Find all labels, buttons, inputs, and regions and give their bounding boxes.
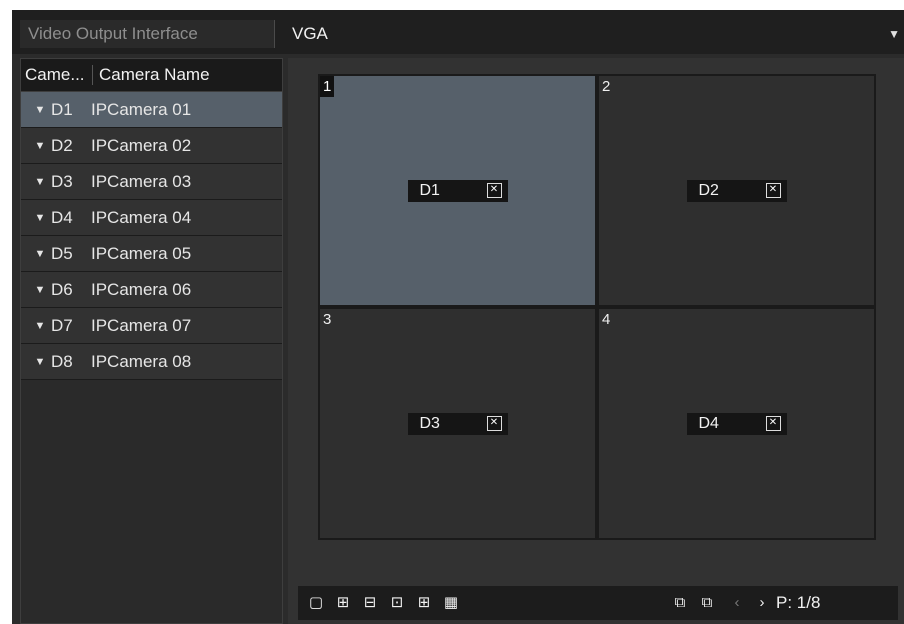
camera-id: D2 [51,135,73,155]
view-layout-panel: 1 D1 ✕ 2 D2 ✕ 3 D3 ✕ 4 D4 ✕ ▢ ⊞ ⊟ ⊡ ⊞ ▦ … [288,58,904,624]
cell-number: 4 [602,311,611,328]
remove-camera-icon[interactable]: ✕ [765,183,781,198]
next-page-icon[interactable]: › [752,593,772,613]
camera-icon: ▼ [34,103,46,116]
cell-number: 3 [323,311,332,328]
camera-icon: ▼ [34,283,46,296]
camera-chip: D3 ✕ [407,412,508,435]
camera-icon: ▼ [34,139,46,152]
view-grid: 1 D1 ✕ 2 D2 ✕ 3 D3 ✕ 4 D4 ✕ [318,74,876,540]
camera-name: IPCamera 06 [91,279,192,299]
remove-camera-icon[interactable]: ✕ [765,416,781,431]
camera-name: IPCamera 01 [91,99,192,119]
stop-sequence-icon[interactable]: ⧉ [697,593,717,613]
video-output-label: Video Output Interface [20,20,275,48]
camera-id: D4 [51,207,73,227]
layout-16-icon[interactable]: ▦ [441,593,461,613]
camera-row[interactable]: ▼ D6 IPCamera 06 [21,272,282,308]
view-cell[interactable]: 1 D1 ✕ [320,76,595,305]
layout-toolbar: ▢ ⊞ ⊟ ⊡ ⊞ ▦ ⧉ ⧉ ‹ › P: 1/8 [298,586,898,620]
camera-name: IPCamera 03 [91,171,192,191]
view-cell[interactable]: 4 D4 ✕ [599,309,874,538]
layout-9-icon[interactable]: ⊞ [414,593,434,613]
chip-label: D4 [698,414,719,432]
view-cell[interactable]: 3 D3 ✕ [320,309,595,538]
camera-list-header: Came... Camera Name [21,59,282,92]
camera-icon: ▼ [34,319,46,332]
camera-row[interactable]: ▼ D1 IPCamera 01 [21,92,282,128]
camera-list: Came... Camera Name ▼ D1 IPCamera 01 ▼ D… [20,58,283,624]
camera-icon: ▼ [34,211,46,224]
camera-row[interactable]: ▼ D3 IPCamera 03 [21,164,282,200]
chip-label: D1 [419,181,440,199]
layout-6-icon[interactable]: ⊟ [360,593,380,613]
camera-icon: ▼ [34,355,46,368]
page-indicator: P: 1/8 [776,593,821,612]
camera-name: IPCamera 07 [91,315,192,335]
live-view-settings: Video Output Interface VGA ▼ Came... Cam… [12,10,904,624]
camera-row[interactable]: ▼ D8 IPCamera 08 [21,344,282,380]
camera-chip: D1 ✕ [407,179,508,202]
camera-name: IPCamera 04 [91,207,192,227]
camera-row[interactable]: ▼ D7 IPCamera 07 [21,308,282,344]
camera-name: IPCamera 05 [91,243,192,263]
camera-chip: D4 ✕ [686,412,787,435]
remove-camera-icon[interactable]: ✕ [486,416,502,431]
video-output-value: VGA [292,24,328,43]
chevron-down-icon: ▼ [888,27,900,41]
chip-label: D2 [698,181,719,199]
column-header-camera-name[interactable]: Camera Name [93,65,210,85]
cell-number: 2 [602,78,611,95]
camera-id: D5 [51,243,73,263]
camera-icon: ▼ [34,175,46,188]
view-cell[interactable]: 2 D2 ✕ [599,76,874,305]
layout-4-icon[interactable]: ⊞ [333,593,353,613]
camera-row[interactable]: ▼ D5 IPCamera 05 [21,236,282,272]
camera-id: D6 [51,279,73,299]
camera-id: D1 [51,99,73,119]
video-output-bar: Video Output Interface VGA ▼ [12,10,904,54]
camera-id: D8 [51,351,73,371]
layout-1-icon[interactable]: ▢ [306,593,326,613]
camera-row[interactable]: ▼ D2 IPCamera 02 [21,128,282,164]
cell-number: 1 [320,76,335,97]
start-sequence-icon[interactable]: ⧉ [670,593,690,613]
layout-8-icon[interactable]: ⊡ [387,593,407,613]
camera-icon: ▼ [34,247,46,260]
camera-row[interactable]: ▼ D4 IPCamera 04 [21,200,282,236]
camera-id: D3 [51,171,73,191]
camera-chip: D2 ✕ [686,179,787,202]
camera-name: IPCamera 08 [91,351,192,371]
prev-page-icon[interactable]: ‹ [727,593,747,613]
camera-name: IPCamera 02 [91,135,192,155]
video-output-select[interactable]: VGA ▼ [284,18,904,50]
remove-camera-icon[interactable]: ✕ [486,183,502,198]
column-header-camera[interactable]: Came... [21,65,93,85]
camera-id: D7 [51,315,73,335]
chip-label: D3 [419,414,440,432]
